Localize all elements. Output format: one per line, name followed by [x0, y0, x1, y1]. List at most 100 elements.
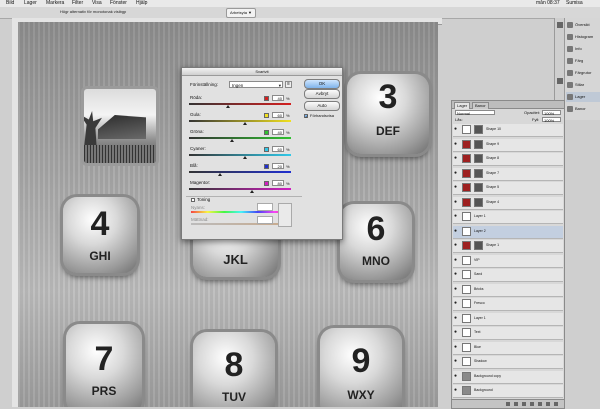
visibility-eye-icon[interactable]: ● [454, 199, 459, 205]
dialog-title[interactable]: Svartvit [182, 68, 342, 76]
adjustment-icon[interactable] [530, 402, 534, 406]
visibility-eye-icon[interactable]: ● [454, 344, 459, 350]
blend-mode-select[interactable]: Normal [455, 110, 495, 116]
visibility-eye-icon[interactable]: ● [454, 257, 459, 263]
visibility-eye-icon[interactable]: ● [454, 373, 459, 379]
new-layer-icon[interactable] [546, 402, 550, 406]
layer-row[interactable]: ● Layer 2 [453, 225, 563, 239]
menu-bild[interactable]: Bild [6, 0, 14, 7]
layer-row[interactable]: ● Text [453, 327, 563, 340]
mask-icon[interactable] [522, 402, 526, 406]
menu-hjalp[interactable]: Hjälp [136, 0, 147, 7]
layer-row[interactable]: ● Shape 5 [453, 182, 563, 195]
channel-slider-knob[interactable] [225, 105, 230, 108]
channel-slider-knob[interactable] [243, 122, 248, 125]
menu-filter[interactable]: Filter [72, 0, 83, 7]
visibility-eye-icon[interactable]: ● [454, 214, 459, 219]
toning-checkbox[interactable] [191, 198, 195, 202]
channel-value-input[interactable]: 40 [272, 95, 284, 101]
channel-slider-knob[interactable] [250, 190, 255, 193]
visibility-eye-icon[interactable]: ● [454, 359, 459, 364]
layer-row[interactable]: ● Blue [453, 341, 563, 355]
channel-slider-knob[interactable] [243, 156, 248, 159]
channel-value-input[interactable]: 60 [272, 146, 284, 152]
visibility-eye-icon[interactable]: ● [454, 301, 459, 306]
fill-input[interactable]: 100% [542, 117, 561, 123]
visibility-eye-icon[interactable]: ● [454, 228, 459, 234]
menu-visa[interactable]: Visa [92, 0, 102, 7]
channel-value-input[interactable]: 40 [272, 129, 284, 135]
layer-row[interactable]: ● Layer 1 [453, 312, 563, 326]
fx-icon[interactable] [514, 402, 518, 406]
dock-icon-2[interactable] [557, 78, 563, 84]
layer-row[interactable]: ● Shape 10 [453, 124, 563, 137]
layer-row[interactable]: ● Shape 7 [453, 167, 563, 181]
layer-row[interactable]: ● Shape 1 [453, 240, 563, 253]
hue-field[interactable] [257, 203, 273, 211]
layer-row[interactable]: ● Layer 1 [453, 211, 563, 224]
visibility-eye-icon[interactable]: ● [454, 185, 459, 190]
preview-checkbox[interactable]: ✓ [304, 114, 308, 119]
visibility-eye-icon[interactable]: ● [454, 156, 459, 161]
visibility-eye-icon[interactable]: ● [454, 315, 459, 321]
opacity-input[interactable]: 100% [542, 110, 561, 116]
layer-row[interactable]: ● Shadow [453, 356, 563, 369]
link-icon[interactable] [506, 402, 510, 406]
layer-row[interactable]: ● Shape 9 [453, 138, 563, 152]
panel-item[interactable]: Stilar [566, 80, 600, 90]
channel-slider-track[interactable] [189, 120, 291, 122]
channel-value-input[interactable]: 20 [272, 163, 284, 169]
workspace-button[interactable]: Arbetsyta ▼ [226, 8, 256, 18]
preset-select[interactable]: Ingen ▾ [229, 81, 283, 88]
tab-layers[interactable]: Lager [454, 102, 471, 109]
visibility-eye-icon[interactable]: ● [454, 272, 459, 277]
menu-fonster[interactable]: Fönster [110, 0, 127, 7]
panel-item[interactable]: Färgrutor [566, 68, 600, 78]
visibility-eye-icon[interactable]: ● [454, 286, 459, 292]
visibility-eye-icon[interactable]: ● [454, 388, 459, 393]
menu-markera[interactable]: Markera [46, 0, 64, 7]
panel-item[interactable]: Lager [566, 92, 600, 102]
panel-item[interactable]: Översikt [566, 20, 600, 30]
layer-row[interactable]: ● Sand [453, 269, 563, 282]
channel-slider-track[interactable] [189, 154, 291, 156]
layer-row[interactable]: ● VIP [453, 254, 563, 268]
dock-icon[interactable] [557, 22, 563, 28]
panel-item[interactable]: Färg [566, 56, 600, 66]
layer-row[interactable]: ● Shape 4 [453, 196, 563, 210]
user-name[interactable]: Sumisa [566, 0, 583, 7]
ok-button[interactable]: OK [304, 79, 340, 89]
menu-lager[interactable]: Lager [24, 0, 37, 7]
folder-icon[interactable] [538, 402, 542, 406]
channel-value-input[interactable]: 60 [272, 112, 284, 118]
tab-paths[interactable]: Banor [472, 102, 489, 109]
trash-icon[interactable] [554, 402, 558, 406]
panel-item[interactable]: Banor [566, 104, 600, 114]
cancel-button[interactable]: Avbryt [304, 89, 340, 99]
layer-row[interactable]: ● Background copy [453, 370, 563, 384]
saturation-field[interactable] [257, 216, 273, 224]
visibility-eye-icon[interactable]: ● [454, 170, 459, 176]
layer-row[interactable]: ● Fresco [453, 298, 563, 311]
visibility-eye-icon[interactable]: ● [454, 127, 459, 132]
panel-item[interactable]: Info [566, 44, 600, 54]
layer-row[interactable]: ● Bricks [453, 283, 563, 297]
channel-slider-track[interactable] [189, 137, 291, 139]
channel-slider-track[interactable] [189, 103, 291, 105]
tone-color-swatch[interactable] [278, 203, 292, 227]
hue-slider[interactable] [191, 211, 291, 213]
channel-slider-knob[interactable] [217, 173, 222, 176]
channel-slider-knob[interactable] [229, 139, 234, 142]
channel-slider-track[interactable] [189, 188, 291, 190]
visibility-eye-icon[interactable]: ● [454, 330, 459, 335]
auto-button[interactable]: Auto [304, 101, 340, 111]
channel-slider-track[interactable] [189, 171, 291, 173]
visibility-eye-icon[interactable]: ● [454, 243, 459, 248]
preset-menu-icon[interactable]: ≡ [285, 81, 292, 88]
layer-row[interactable]: ● Background [453, 385, 563, 398]
panel-item[interactable]: Histogram [566, 32, 600, 42]
visibility-eye-icon[interactable]: ● [454, 141, 459, 147]
layer-row[interactable]: ● Shape 8 [453, 153, 563, 166]
saturation-slider[interactable] [191, 223, 291, 225]
channel-value-input[interactable]: 80 [272, 180, 284, 186]
